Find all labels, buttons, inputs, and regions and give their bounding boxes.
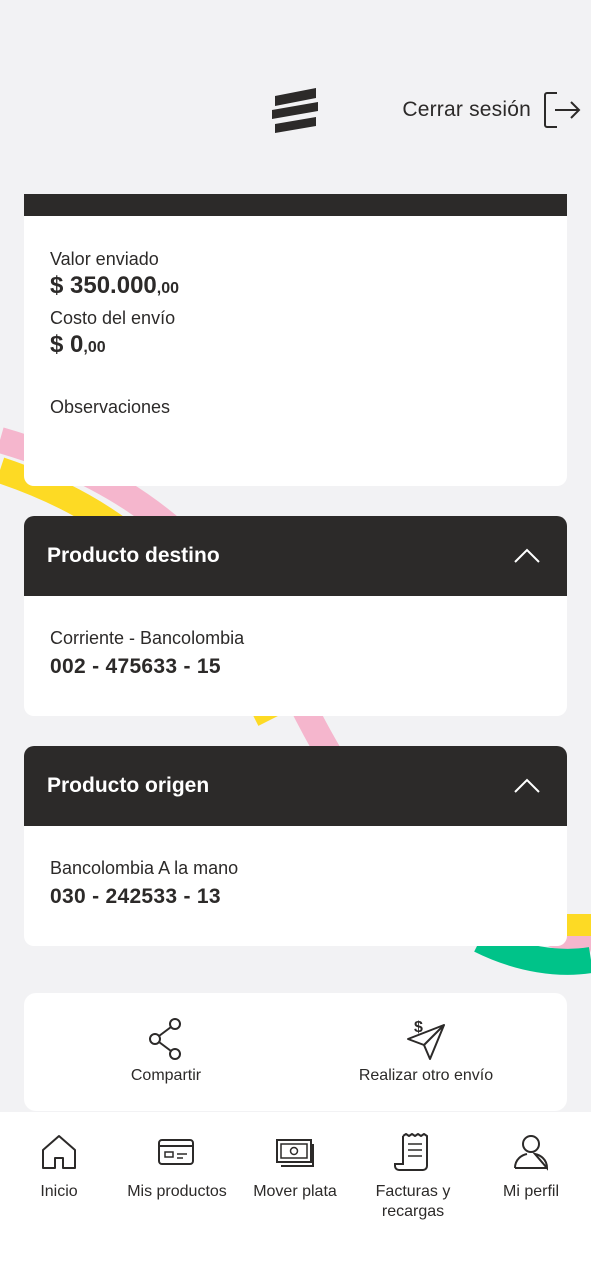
sent-value-group: Valor enviado $ 350.000,00	[50, 249, 179, 300]
chevron-up-icon	[514, 778, 540, 793]
chevron-up-icon	[514, 548, 540, 563]
nav-item-facturas[interactable]: Facturas y recargas	[354, 1112, 472, 1222]
cost-integer: $ 0	[50, 331, 84, 358]
destination-product-body: Corriente - Bancolombia 002 - 475633 - 1…	[50, 628, 244, 679]
transfer-summary-card: Valor enviado $ 350.000,00 Costo del env…	[24, 194, 567, 486]
nav-item-mis-productos[interactable]: Mis productos	[118, 1112, 236, 1202]
nav-label-mover-plata: Mover plata	[253, 1183, 337, 1200]
money-icon	[276, 1139, 314, 1167]
nav-item-inicio[interactable]: Inicio	[0, 1112, 118, 1202]
origin-product-header[interactable]: Producto origen	[24, 746, 567, 826]
nav-label-mi-perfil: Mi perfil	[502, 1183, 559, 1200]
destination-product-title: Producto destino	[47, 544, 220, 567]
logout-label: Cerrar sesión	[402, 98, 531, 121]
nav-item-mi-perfil[interactable]: Mi perfil	[472, 1112, 590, 1202]
origin-product-title: Producto origen	[47, 774, 210, 797]
destination-product-card: Producto destino Corriente - Bancolombia…	[24, 516, 567, 716]
svg-text:$: $	[414, 1019, 423, 1036]
cost-amount: $ 0,00	[50, 331, 175, 359]
send-money-icon: $	[407, 1019, 445, 1060]
origin-product-body: Bancolombia A la mano 030 - 242533 - 13	[50, 858, 238, 909]
home-icon	[42, 1135, 76, 1169]
nav-label-mis-productos: Mis productos	[127, 1183, 227, 1200]
bancolombia-logo-icon	[272, 88, 318, 133]
nav-label-inicio: Inicio	[40, 1183, 78, 1200]
bottom-navigation: Inicio Mis productos Mover plata Factura…	[0, 1112, 591, 1280]
logout-button[interactable]: Cerrar sesión	[402, 90, 581, 130]
cost-group: Costo del envío $ 0,00	[50, 308, 175, 359]
send-again-button[interactable]: $ Realizar otro envío	[346, 993, 506, 1111]
sent-value-integer: $ 350.000	[50, 272, 157, 299]
receipt-icon	[394, 1133, 428, 1171]
origin-product-card: Producto origen Bancolombia A la mano 03…	[24, 746, 567, 946]
card-icon	[158, 1139, 194, 1165]
destination-product-header[interactable]: Producto destino	[24, 516, 567, 596]
notes-label: Observaciones	[50, 397, 171, 417]
destination-account-number: 002 - 475633 - 15	[50, 655, 221, 678]
header: Cerrar sesión	[0, 0, 591, 180]
cost-label: Costo del envío	[50, 308, 176, 328]
nav-item-mover-plata[interactable]: Mover plata	[236, 1112, 354, 1202]
logout-icon	[544, 92, 581, 128]
sent-value-decimals: ,00	[156, 280, 180, 297]
cost-decimals: ,00	[83, 339, 106, 356]
origin-account-number: 030 - 242533 - 13	[50, 885, 221, 908]
share-label: Compartir	[130, 1067, 202, 1084]
actions-card: Compartir $ Realizar otro envío	[24, 993, 567, 1111]
summary-top-bar	[24, 194, 567, 216]
share-button[interactable]: Compartir	[106, 993, 226, 1111]
send-again-label: Realizar otro envío	[358, 1067, 494, 1084]
share-icon	[149, 1018, 181, 1060]
origin-account-type: Bancolombia A la mano	[50, 858, 239, 878]
sent-value-label: Valor enviado	[50, 249, 159, 269]
nav-label-facturas: Facturas y recargas	[375, 1183, 451, 1220]
sent-value-amount: $ 350.000,00	[50, 272, 179, 300]
user-icon	[514, 1135, 549, 1171]
destination-account-type: Corriente - Bancolombia	[50, 628, 245, 648]
